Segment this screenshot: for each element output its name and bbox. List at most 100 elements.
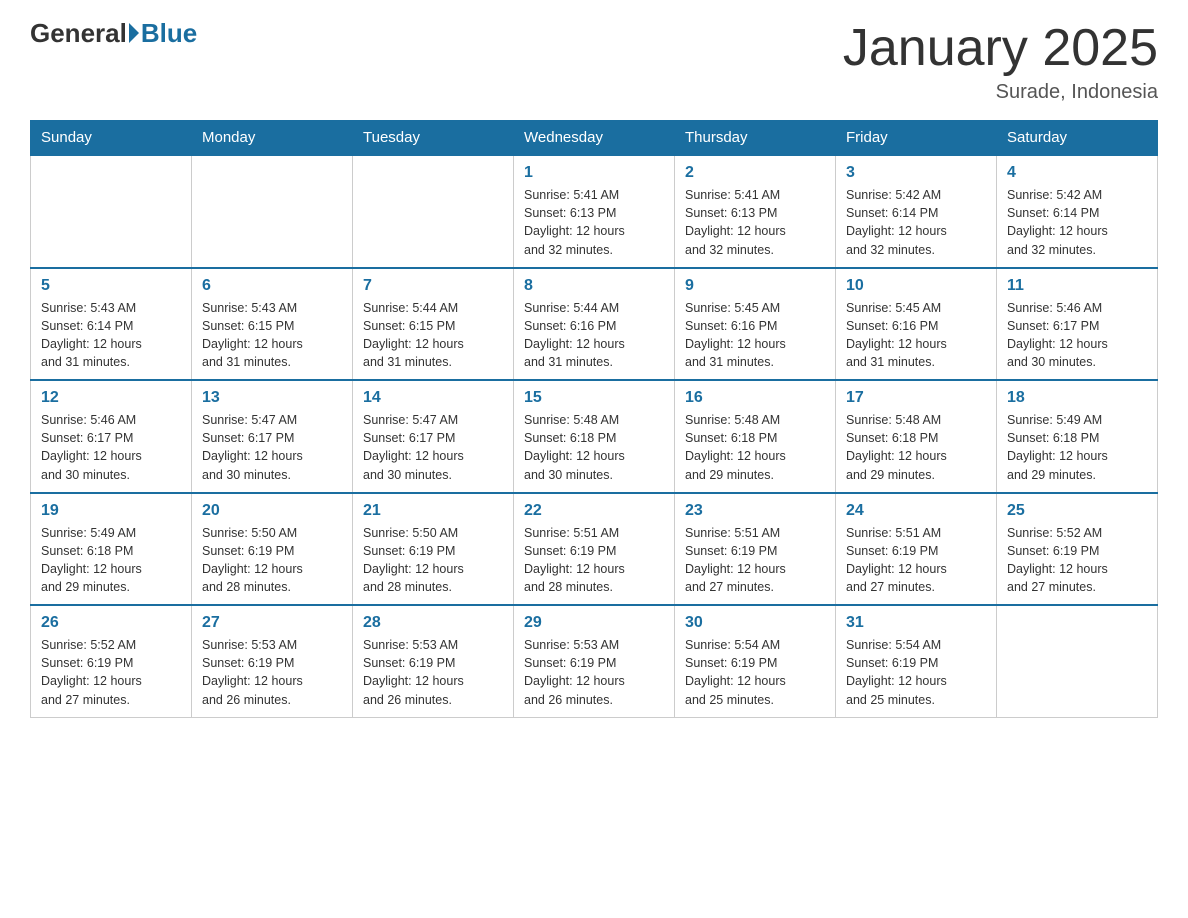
day-info: Sunrise: 5:51 AM Sunset: 6:19 PM Dayligh… [685,524,825,597]
calendar-cell: 26 Sunrise: 5:52 AM Sunset: 6:19 PM Dayli… [31,605,192,717]
day-info: Sunrise: 5:44 AM Sunset: 6:15 PM Dayligh… [363,299,503,372]
day-info: Sunrise: 5:41 AM Sunset: 6:13 PM Dayligh… [524,186,664,259]
calendar-cell [997,605,1158,717]
calendar-cell: 29 Sunrise: 5:53 AM Sunset: 6:19 PM Dayli… [514,605,675,717]
calendar-cell: 22Sunrise: 5:51 AM Sunset: 6:19 PM Dayli… [514,493,675,606]
day-number: 10 [846,277,986,295]
week-row-1: 1 Sunrise: 5:41 AM Sunset: 6:13 PM Daylig… [31,155,1158,268]
day-info: Sunrise: 5:50 AM Sunset: 6:19 PM Dayligh… [202,524,342,597]
week-row-5: 26 Sunrise: 5:52 AM Sunset: 6:19 PM Dayli… [31,605,1158,717]
day-info: Sunrise: 5:48 AM Sunset: 6:18 PM Dayligh… [846,411,986,484]
calendar-cell: 21 Sunrise: 5:50 AM Sunset: 6:19 PM Dayli… [353,493,514,606]
day-info: Sunrise: 5:45 AM Sunset: 6:16 PM Dayligh… [685,299,825,372]
day-info: Sunrise: 5:53 AM Sunset: 6:19 PM Dayligh… [524,636,664,709]
day-info: Sunrise: 5:50 AM Sunset: 6:19 PM Dayligh… [363,524,503,597]
day-number: 15 [524,389,664,407]
calendar-cell: 30Sunrise: 5:54 AM Sunset: 6:19 PM Dayli… [675,605,836,717]
calendar-cell: 11Sunrise: 5:46 AM Sunset: 6:17 PM Dayli… [997,268,1158,381]
day-number: 21 [363,502,503,520]
day-number: 23 [685,502,825,520]
day-info: Sunrise: 5:53 AM Sunset: 6:19 PM Dayligh… [202,636,342,709]
day-number: 28 [363,614,503,632]
day-number: 16 [685,389,825,407]
day-info: Sunrise: 5:52 AM Sunset: 6:19 PM Dayligh… [41,636,181,709]
calendar-cell: 31 Sunrise: 5:54 AM Sunset: 6:19 PM Dayli… [836,605,997,717]
day-number: 29 [524,614,664,632]
day-info: Sunrise: 5:53 AM Sunset: 6:19 PM Dayligh… [363,636,503,709]
day-number: 26 [41,614,181,632]
day-info: Sunrise: 5:49 AM Sunset: 6:18 PM Dayligh… [1007,411,1147,484]
calendar-cell: 1 Sunrise: 5:41 AM Sunset: 6:13 PM Daylig… [514,155,675,268]
calendar-cell [192,155,353,268]
day-info: Sunrise: 5:47 AM Sunset: 6:17 PM Dayligh… [363,411,503,484]
calendar-cell: 27Sunrise: 5:53 AM Sunset: 6:19 PM Dayli… [192,605,353,717]
day-info: Sunrise: 5:45 AM Sunset: 6:16 PM Dayligh… [846,299,986,372]
weekday-header-saturday: Saturday [997,121,1158,156]
day-info: Sunrise: 5:41 AM Sunset: 6:13 PM Dayligh… [685,186,825,259]
day-number: 3 [846,164,986,182]
page-header: General Blue January 2025 Surade, Indone… [30,20,1158,104]
calendar-cell: 23 Sunrise: 5:51 AM Sunset: 6:19 PM Dayli… [675,493,836,606]
day-number: 6 [202,277,342,295]
week-row-4: 19 Sunrise: 5:49 AM Sunset: 6:18 PM Dayli… [31,493,1158,606]
day-number: 1 [524,164,664,182]
day-number: 12 [41,389,181,407]
day-number: 5 [41,277,181,295]
day-number: 9 [685,277,825,295]
day-number: 25 [1007,502,1147,520]
calendar-cell: 9 Sunrise: 5:45 AM Sunset: 6:16 PM Daylig… [675,268,836,381]
day-number: 30 [685,614,825,632]
calendar-cell: 28 Sunrise: 5:53 AM Sunset: 6:19 PM Dayli… [353,605,514,717]
calendar-cell: 19 Sunrise: 5:49 AM Sunset: 6:18 PM Dayli… [31,493,192,606]
day-info: Sunrise: 5:48 AM Sunset: 6:18 PM Dayligh… [524,411,664,484]
day-info: Sunrise: 5:54 AM Sunset: 6:19 PM Dayligh… [846,636,986,709]
calendar-cell: 15 Sunrise: 5:48 AM Sunset: 6:18 PM Dayli… [514,380,675,493]
calendar-cell: 7 Sunrise: 5:44 AM Sunset: 6:15 PM Daylig… [353,268,514,381]
day-info: Sunrise: 5:51 AM Sunset: 6:19 PM Dayligh… [846,524,986,597]
day-number: 31 [846,614,986,632]
calendar-cell: 18Sunrise: 5:49 AM Sunset: 6:18 PM Dayli… [997,380,1158,493]
calendar-cell: 20 Sunrise: 5:50 AM Sunset: 6:19 PM Dayli… [192,493,353,606]
calendar-cell: 16 Sunrise: 5:48 AM Sunset: 6:18 PM Dayli… [675,380,836,493]
calendar-cell: 4 Sunrise: 5:42 AM Sunset: 6:14 PM Daylig… [997,155,1158,268]
day-number: 24 [846,502,986,520]
logo: General Blue [30,20,197,46]
calendar-cell: 5 Sunrise: 5:43 AM Sunset: 6:14 PM Daylig… [31,268,192,381]
calendar-cell: 25 Sunrise: 5:52 AM Sunset: 6:19 PM Dayli… [997,493,1158,606]
weekday-header-thursday: Thursday [675,121,836,156]
weekday-header-tuesday: Tuesday [353,121,514,156]
day-info: Sunrise: 5:46 AM Sunset: 6:17 PM Dayligh… [41,411,181,484]
day-info: Sunrise: 5:52 AM Sunset: 6:19 PM Dayligh… [1007,524,1147,597]
day-number: 17 [846,389,986,407]
day-info: Sunrise: 5:46 AM Sunset: 6:17 PM Dayligh… [1007,299,1147,372]
day-number: 19 [41,502,181,520]
day-info: Sunrise: 5:47 AM Sunset: 6:17 PM Dayligh… [202,411,342,484]
calendar-cell: 13Sunrise: 5:47 AM Sunset: 6:17 PM Dayli… [192,380,353,493]
day-info: Sunrise: 5:42 AM Sunset: 6:14 PM Dayligh… [846,186,986,259]
day-info: Sunrise: 5:42 AM Sunset: 6:14 PM Dayligh… [1007,186,1147,259]
week-row-3: 12 Sunrise: 5:46 AM Sunset: 6:17 PM Dayli… [31,380,1158,493]
day-info: Sunrise: 5:44 AM Sunset: 6:16 PM Dayligh… [524,299,664,372]
logo-general-text: General [30,20,127,46]
day-info: Sunrise: 5:49 AM Sunset: 6:18 PM Dayligh… [41,524,181,597]
day-info: Sunrise: 5:43 AM Sunset: 6:14 PM Dayligh… [41,299,181,372]
day-number: 8 [524,277,664,295]
weekday-header-sunday: Sunday [31,121,192,156]
calendar-cell: 2Sunrise: 5:41 AM Sunset: 6:13 PM Daylig… [675,155,836,268]
calendar-cell: 17 Sunrise: 5:48 AM Sunset: 6:18 PM Dayli… [836,380,997,493]
day-info: Sunrise: 5:48 AM Sunset: 6:18 PM Dayligh… [685,411,825,484]
day-info: Sunrise: 5:51 AM Sunset: 6:19 PM Dayligh… [524,524,664,597]
calendar-cell: 24 Sunrise: 5:51 AM Sunset: 6:19 PM Dayli… [836,493,997,606]
calendar-cell [31,155,192,268]
calendar-cell: 12 Sunrise: 5:46 AM Sunset: 6:17 PM Dayli… [31,380,192,493]
week-row-2: 5 Sunrise: 5:43 AM Sunset: 6:14 PM Daylig… [31,268,1158,381]
weekday-header-friday: Friday [836,121,997,156]
day-number: 7 [363,277,503,295]
calendar-cell [353,155,514,268]
calendar-table: SundayMondayTuesdayWednesdayThursdayFrid… [30,120,1158,718]
calendar-cell: 6Sunrise: 5:43 AM Sunset: 6:15 PM Daylig… [192,268,353,381]
month-title: January 2025 [843,20,1158,77]
weekday-header-monday: Monday [192,121,353,156]
day-number: 4 [1007,164,1147,182]
day-number: 20 [202,502,342,520]
